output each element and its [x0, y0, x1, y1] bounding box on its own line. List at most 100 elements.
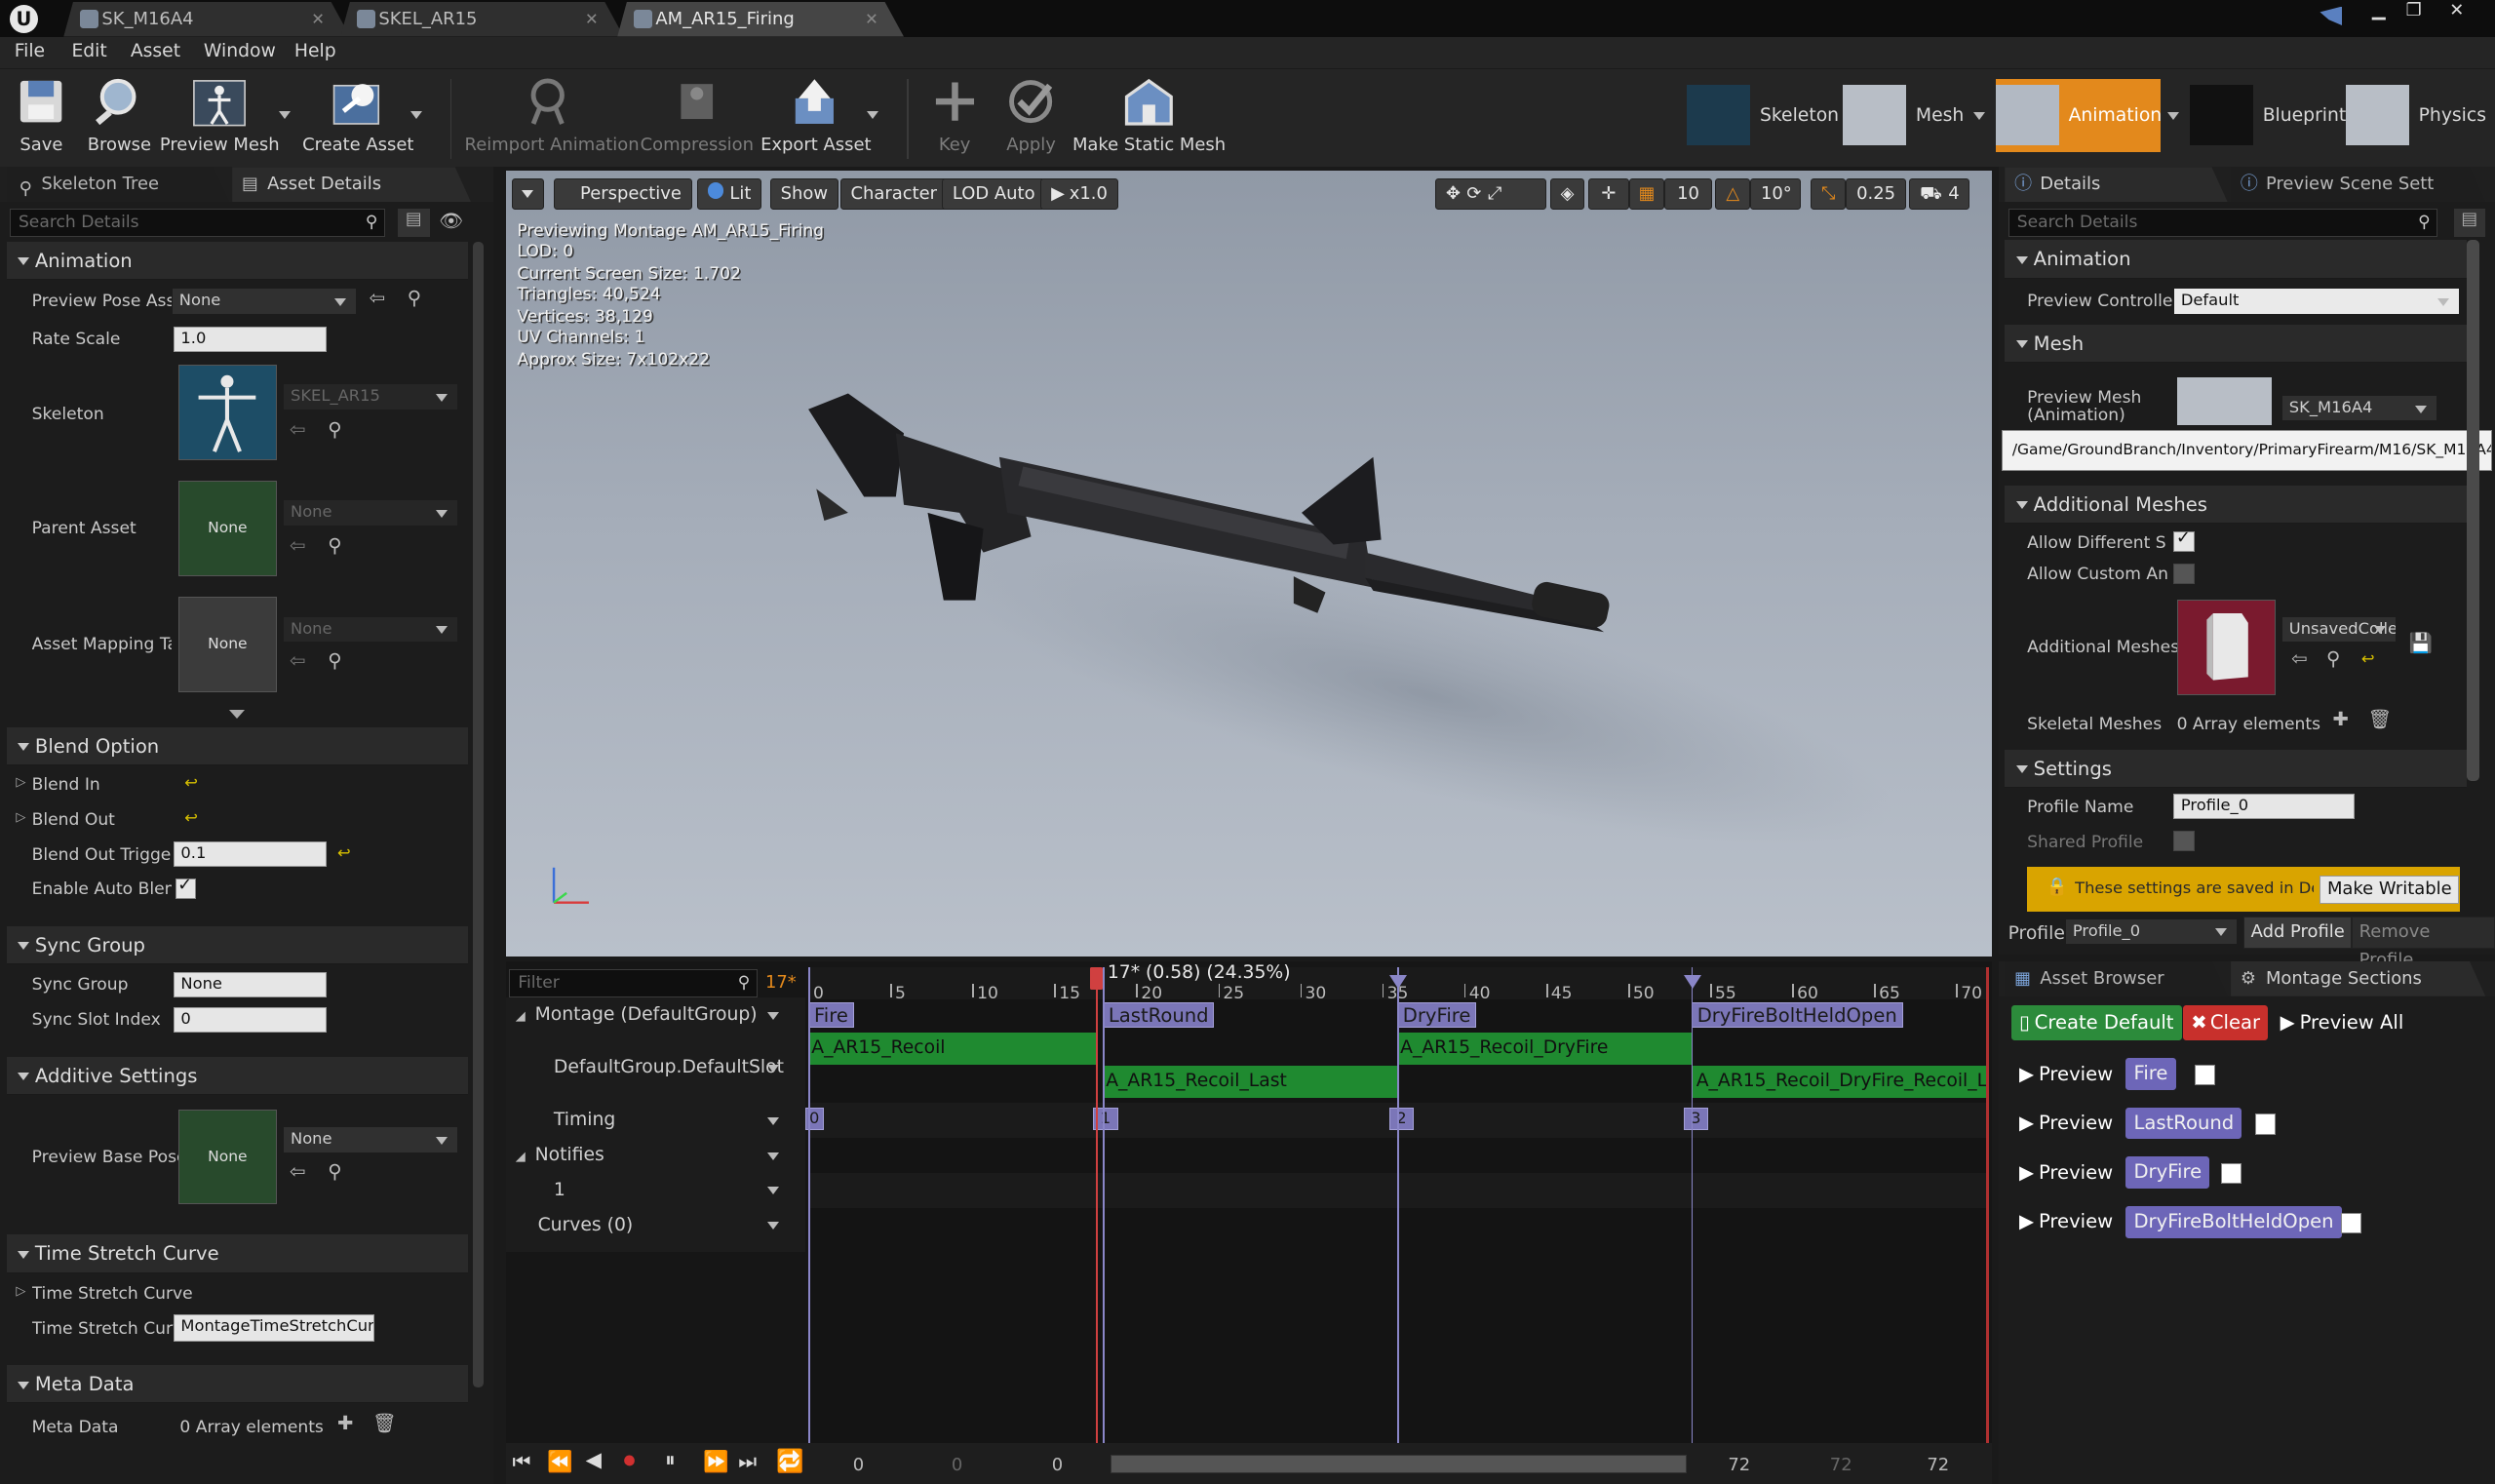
preview-dryfire-button[interactable]: ▶ Preview [2011, 1155, 2121, 1191]
browse-search-icon[interactable]: ⚲ [328, 1160, 341, 1183]
section-button-dryfire[interactable]: DryFire [2125, 1156, 2210, 1190]
animation-mode-dropdown-icon[interactable] [2166, 112, 2179, 121]
tab-asset-details[interactable]: ▤ Asset Details [232, 167, 471, 202]
viewport-options-button[interactable] [512, 177, 545, 211]
clear-button[interactable]: ✖ Clear [2183, 1005, 2269, 1041]
grid-snap-icon[interactable]: ▦ [1629, 177, 1665, 211]
preview-pose-asset-combo[interactable]: None [172, 288, 357, 316]
timing-marker-2[interactable]: 2 [1388, 1107, 1415, 1130]
save-button[interactable]: Save [7, 69, 77, 165]
play-reverse-icon[interactable]: ◀ [586, 1448, 602, 1472]
category-blend-option[interactable]: Blend Option [6, 726, 468, 765]
rate-scale-input[interactable]: 1.0 [173, 326, 327, 352]
details-search-input[interactable]: Search Details ⚲ [2008, 208, 2438, 238]
clip-recoil-dryfire[interactable]: A_AR15_Recoil_DryFire [1396, 1033, 1694, 1065]
feedback-icon[interactable] [2320, 6, 2343, 26]
mesh-mode-dropdown-icon[interactable] [1972, 112, 1985, 121]
profile-combo[interactable]: Profile_0 [2065, 918, 2238, 946]
category-settings[interactable]: Settings [2005, 749, 2467, 788]
tab-details[interactable]: ⓘ Details [2005, 167, 2227, 202]
tab-montage-sections[interactable]: ⚙ Montage Sections [2231, 961, 2485, 996]
surface-snap-icon[interactable]: ◈ [1549, 177, 1585, 211]
character-button[interactable]: Character [839, 177, 948, 211]
expand-arrow-icon[interactable]: ▷ [16, 775, 25, 790]
export-asset-button[interactable]: Export Asset [760, 69, 872, 165]
section-button-fire[interactable]: Fire [2125, 1058, 2176, 1090]
reset-default-icon[interactable]: ↩ [2361, 649, 2375, 668]
make-static-mesh-button[interactable]: Make Static Mesh [1072, 69, 1226, 165]
track-dropdown-icon[interactable] [766, 1187, 779, 1195]
section-lastround-checkbox[interactable] [2254, 1113, 2276, 1135]
grid-snap-value[interactable]: 10 [1664, 177, 1713, 211]
category-additive-settings[interactable]: Additive Settings [6, 1056, 468, 1095]
clip-recoil[interactable]: A_AR15_Recoil [808, 1033, 1099, 1065]
track-area[interactable] [808, 997, 1989, 1444]
track-montage[interactable]: ◢ Montage (DefaultGroup) [516, 997, 799, 1033]
expand-arrow-icon[interactable]: ▷ [16, 810, 25, 825]
preview-fire-button[interactable]: ▶ Preview [2011, 1057, 2121, 1092]
key-button[interactable]: Key [923, 69, 987, 165]
viewport[interactable]: Perspective Lit Show Character LOD Auto … [505, 170, 1993, 957]
left-search-input[interactable]: Search Details ⚲ [9, 208, 385, 238]
sync-slot-index-input[interactable]: 0 [173, 1007, 327, 1034]
mode-mesh-button[interactable]: Mesh [1842, 79, 1989, 152]
track-dropdown-icon[interactable] [766, 1222, 779, 1230]
category-animation[interactable]: Animation [6, 242, 468, 281]
track-timing[interactable]: Timing [554, 1103, 799, 1138]
section-dryfireboltheldopen-checkbox[interactable] [2340, 1212, 2361, 1233]
section-button-lastround[interactable]: LastRound [2125, 1107, 2242, 1140]
section-dryfire[interactable]: DryFire [1396, 1002, 1477, 1029]
browse-search-icon[interactable]: ⚲ [328, 649, 341, 672]
use-selected-arrow-icon[interactable]: ⇦ [2291, 647, 2307, 670]
loop-icon[interactable]: 🔁 [776, 1448, 803, 1474]
skeleton-thumbnail[interactable] [177, 364, 277, 460]
details-scrollbar[interactable] [2466, 240, 2479, 782]
step-back-icon[interactable]: ⏪ [547, 1450, 572, 1474]
expand-arrow-icon[interactable]: ▷ [16, 1284, 25, 1299]
view-start-value[interactable]: 0 [853, 1455, 864, 1475]
preview-base-pose-thumbnail[interactable]: None [177, 1109, 277, 1205]
preview-mesh-thumbnail[interactable] [2176, 376, 2273, 425]
track-dropdown-icon[interactable] [766, 1011, 779, 1020]
left-scrollbar[interactable] [472, 242, 485, 1388]
shared-profile-checkbox[interactable] [2173, 830, 2195, 852]
add-element-icon[interactable]: ✚ [337, 1412, 353, 1434]
category-animation[interactable]: Animation [2005, 240, 2467, 279]
rotation-snap-icon[interactable]: △ [1715, 177, 1751, 211]
create-asset-button[interactable]: Create Asset [302, 69, 413, 165]
parent-asset-combo[interactable]: None [283, 499, 458, 527]
use-selected-arrow-icon[interactable]: ⇦ [290, 418, 305, 441]
eye-icon[interactable]: 👁 [439, 210, 463, 232]
preview-dryfireboltheldopen-button[interactable]: ▶ Preview [2011, 1204, 2121, 1239]
clip-recoil-last[interactable]: A_AR15_Recoil_Last [1102, 1066, 1399, 1099]
remove-profile-button[interactable]: Remove Profile [2352, 917, 2495, 970]
view-end-value[interactable]: 72 [1728, 1455, 1750, 1475]
minimize-icon[interactable]: ▁ [2361, 0, 2397, 23]
parent-asset-thumbnail[interactable]: None [177, 480, 277, 576]
reset-default-icon[interactable]: ↩ [184, 808, 198, 827]
browse-search-icon[interactable]: ⚲ [408, 287, 421, 309]
category-mesh[interactable]: Mesh [2005, 324, 2467, 364]
tab-preview-scene-settings[interactable]: ⓘ Preview Scene Sett [2231, 167, 2485, 202]
track-notifies[interactable]: ◢ Notifies [516, 1138, 799, 1173]
track-dropdown-icon[interactable] [766, 1152, 779, 1160]
browse-search-icon[interactable]: ⚲ [2326, 647, 2340, 670]
section-dryfireboltheldopen[interactable]: DryFireBoltHeldOpen [1691, 1002, 1903, 1029]
preview-controller-combo[interactable]: Default [2173, 288, 2461, 316]
tab-sk-m16a4[interactable]: SK_M16A4 ✕ [63, 2, 350, 37]
use-selected-arrow-icon[interactable]: ⇦ [290, 649, 305, 672]
close-tab-icon[interactable]: ✕ [865, 2, 878, 37]
view-options-icon[interactable]: ▤ [2453, 208, 2486, 238]
enable-auto-blend-checkbox[interactable] [175, 875, 196, 900]
rotation-snap-value[interactable]: 10° [1750, 177, 1802, 211]
section-marker-icon[interactable] [1683, 975, 1701, 989]
asset-mapping-combo[interactable]: None [283, 615, 458, 644]
scale-snap-value[interactable]: 0.25 [1846, 177, 1907, 211]
section-button-dryfireboltheldopen[interactable]: DryFireBoltHeldOpen [2125, 1206, 2342, 1238]
use-selected-arrow-icon[interactable]: ⇦ [290, 534, 305, 557]
tab-skeleton-tree[interactable]: ⚲ Skeleton Tree [7, 167, 229, 202]
category-sync-group[interactable]: Sync Group [6, 925, 468, 964]
apply-button[interactable]: Apply [996, 69, 1067, 165]
tab-am-ar15-firing[interactable]: AM_AR15_Firing ✕ [617, 2, 904, 37]
allow-different-skeletons-checkbox[interactable] [2173, 527, 2195, 553]
